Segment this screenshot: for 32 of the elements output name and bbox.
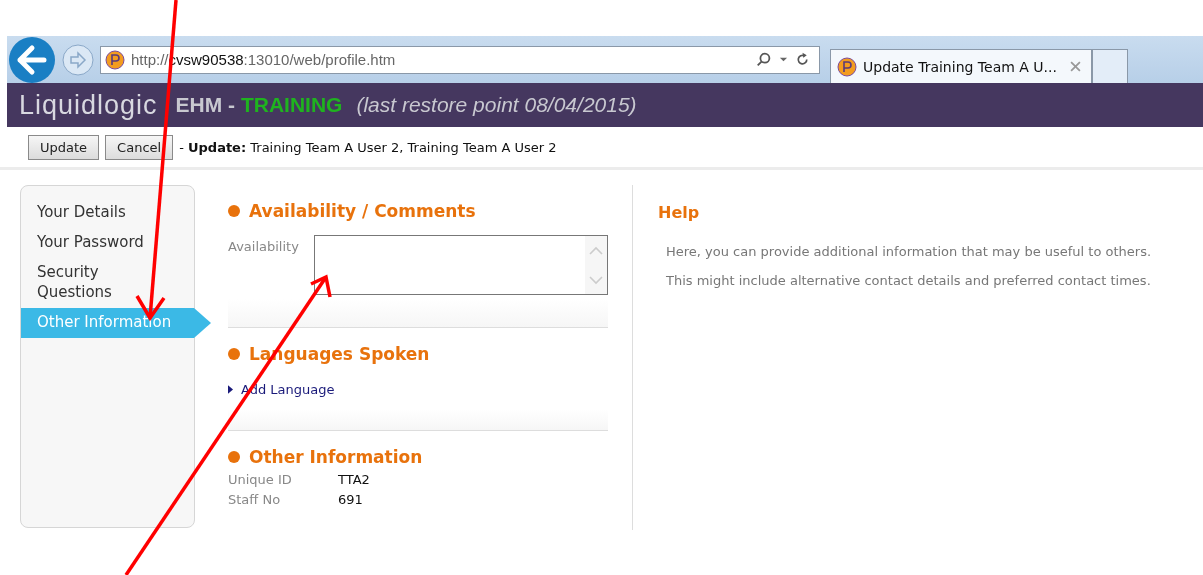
product-name: EHM - — [175, 93, 237, 117]
site-icon — [837, 56, 857, 77]
new-tab-button[interactable] — [1092, 49, 1128, 83]
triangle-icon — [228, 385, 233, 394]
browser-tab[interactable]: Update Training Team A U... — [830, 49, 1092, 83]
site-icon — [105, 49, 125, 70]
update-status: - Update: Training Team A User 2, Training Team A User 2 — [179, 139, 557, 155]
field-value: 691 — [338, 492, 363, 507]
toolbar-button[interactable]: Cancel — [105, 134, 174, 160]
help-title: Help — [658, 203, 701, 222]
bullet-icon — [228, 451, 240, 463]
field-label: Availability — [228, 238, 300, 256]
close-icon[interactable] — [1070, 61, 1081, 72]
sidebar-item[interactable]: Your Details — [21, 198, 194, 228]
help-text: Here, you can provide additional information that may be useful to others. — [666, 244, 1152, 259]
bullet-icon — [228, 205, 240, 217]
search-icon[interactable] — [755, 50, 773, 69]
field-value: TTA2 — [338, 472, 370, 487]
section-title: Availability / Comments — [249, 201, 476, 221]
sidebar-item[interactable]: Your Password — [21, 228, 194, 258]
field-label: Unique ID — [228, 472, 293, 487]
sidebar-item[interactable]: Security Questions — [21, 258, 194, 308]
field-label: Staff No — [228, 492, 282, 507]
refresh-icon[interactable] — [794, 51, 811, 68]
logo: Liquidlogic — [19, 89, 158, 121]
restore-note: (last restore point 08/04/2015) — [356, 93, 637, 117]
help-text: This might include alternative contact details and preferred contact times. — [666, 273, 1152, 288]
bullet-icon — [228, 348, 240, 360]
toolbar-button[interactable]: Update — [28, 134, 100, 160]
caret-icon[interactable] — [779, 55, 788, 64]
section-title: Other Information — [249, 447, 423, 467]
environment-label: TRAINING — [240, 93, 343, 117]
